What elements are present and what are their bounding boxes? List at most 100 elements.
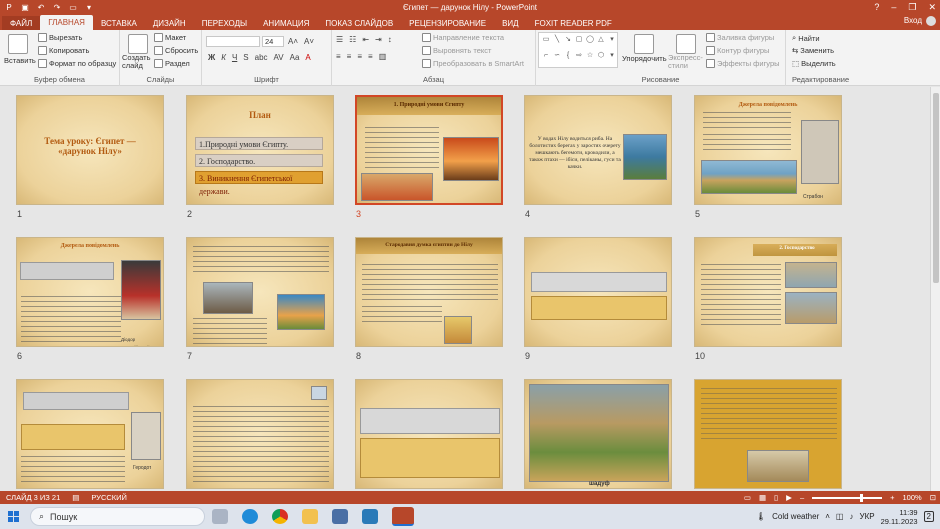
weather-icon[interactable]: 🌡 bbox=[756, 512, 766, 521]
align-center-icon[interactable]: ≡ bbox=[347, 52, 352, 61]
bullets-icon[interactable]: ☰ bbox=[336, 35, 343, 44]
slide-thumbnail-9[interactable] bbox=[524, 237, 672, 347]
shapes-gallery[interactable]: ▭ ╲ ↘ ▢ ◯ △ ▾ ⌐ ∽{⇨ ☆ ⬡ ▾ bbox=[538, 32, 618, 68]
slide-thumbnail-14[interactable]: шадуф bbox=[524, 379, 672, 489]
tray-overflow-icon[interactable]: ˄ bbox=[825, 512, 830, 521]
slide-thumbnail-15[interactable] bbox=[694, 379, 842, 489]
slideshow-view-icon[interactable]: ▶ bbox=[786, 493, 792, 502]
undo-icon[interactable]: ↶ bbox=[36, 2, 46, 12]
rect2-shape-icon[interactable]: ▢ bbox=[574, 35, 584, 50]
save-icon[interactable]: ▣ bbox=[20, 2, 30, 12]
more-shape-icon[interactable]: ▾ bbox=[607, 35, 617, 50]
help-button[interactable]: ? bbox=[874, 2, 879, 12]
shrink-font-icon[interactable]: A˅ bbox=[304, 37, 314, 46]
select-button[interactable]: ⬚ Выделить bbox=[792, 59, 836, 68]
slide-thumbnail-5[interactable]: Джерела повідомлень Страбон bbox=[694, 95, 842, 205]
language-indicator[interactable]: РУССКИЙ bbox=[85, 493, 133, 502]
shape-extra-icon[interactable]: ⬡ bbox=[596, 51, 606, 66]
spacing-icon[interactable]: AV bbox=[274, 53, 284, 62]
close-button[interactable]: ✕ bbox=[928, 2, 936, 13]
italic-icon[interactable]: К bbox=[221, 53, 226, 62]
oval-shape-icon[interactable]: ◯ bbox=[585, 35, 595, 50]
maximize-button[interactable]: ❐ bbox=[908, 2, 916, 13]
shape-effects-button[interactable]: Эффекты фигуры bbox=[706, 59, 780, 68]
font-color-icon[interactable]: A bbox=[305, 53, 310, 62]
cut-button[interactable]: Вырезать bbox=[38, 33, 82, 42]
slide-thumbnail-13[interactable] bbox=[355, 379, 503, 489]
text-direction-button[interactable]: Направление текста bbox=[422, 33, 504, 42]
rectangle-shape-icon[interactable]: ▭ bbox=[541, 35, 551, 50]
new-slide-button[interactable]: Создать слайд bbox=[122, 54, 154, 70]
spellcheck-icon[interactable]: ▤ bbox=[66, 493, 85, 502]
slide-thumbnail-6[interactable]: Джерела повідомлень Діодор Сицилійський bbox=[16, 237, 164, 347]
tab-file[interactable]: ФАЙЛ bbox=[2, 16, 41, 30]
slide-thumbnail-11[interactable]: Геродот bbox=[16, 379, 164, 489]
store-icon[interactable] bbox=[332, 509, 348, 524]
quick-styles-button[interactable]: Экспресс-стили bbox=[668, 54, 703, 70]
align-right-icon[interactable]: ≡ bbox=[357, 52, 362, 61]
triangle-shape-icon[interactable]: △ bbox=[596, 35, 606, 50]
shadow-icon[interactable]: S bbox=[243, 53, 248, 62]
font-size-box[interactable]: 24 bbox=[262, 36, 284, 47]
edge-icon[interactable] bbox=[242, 509, 258, 524]
slide-thumbnail-7[interactable] bbox=[186, 237, 334, 347]
user-avatar-icon[interactable] bbox=[926, 16, 936, 26]
star-shape-icon[interactable]: ☆ bbox=[585, 51, 595, 66]
tab-animations[interactable]: АНИМАЦИЯ bbox=[255, 16, 317, 30]
underline-icon[interactable]: Ч bbox=[232, 53, 237, 62]
reset-button[interactable]: Сбросить bbox=[154, 46, 198, 55]
tab-home[interactable]: ГЛАВНАЯ bbox=[40, 15, 93, 30]
replace-button[interactable]: ⇆ Заменить bbox=[792, 46, 834, 55]
slide-thumbnail-8[interactable]: Стародавня думка єгиптян до Нілу bbox=[355, 237, 503, 347]
start-button[interactable] bbox=[0, 504, 26, 529]
curve-shape-icon[interactable]: ∽ bbox=[552, 51, 562, 66]
zoom-out-button[interactable]: – bbox=[800, 493, 804, 502]
tab-design[interactable]: ДИЗАЙН bbox=[145, 16, 194, 30]
case-icon[interactable]: Aa bbox=[290, 53, 300, 62]
tab-review[interactable]: РЕЦЕНЗИРОВАНИЕ bbox=[401, 16, 494, 30]
tab-view[interactable]: ВИД bbox=[494, 16, 527, 30]
reading-view-icon[interactable]: ▯ bbox=[774, 493, 778, 502]
zoom-level[interactable]: 100% bbox=[903, 493, 922, 502]
section-button[interactable]: Раздел bbox=[154, 59, 190, 68]
format-painter-button[interactable]: Формат по образцу bbox=[38, 59, 116, 68]
slide-thumbnail-10[interactable]: 2. Господарство bbox=[694, 237, 842, 347]
slide-thumbnail-12[interactable] bbox=[186, 379, 334, 489]
vertical-scrollbar[interactable] bbox=[930, 87, 940, 491]
slide-thumbnail-2[interactable]: План 1.Природні умови Єгипту. 2. Господа… bbox=[186, 95, 334, 205]
shape-fill-button[interactable]: Заливка фигуры bbox=[706, 33, 774, 42]
scroll-shape-icon[interactable]: ▾ bbox=[607, 51, 617, 66]
network-icon[interactable]: ◫ bbox=[836, 512, 844, 521]
tab-slideshow[interactable]: ПОКАЗ СЛАЙДОВ bbox=[317, 16, 401, 30]
chrome-icon[interactable] bbox=[272, 509, 288, 524]
task-view-icon[interactable] bbox=[212, 509, 228, 524]
minimize-button[interactable]: – bbox=[891, 2, 896, 12]
customize-qat-icon[interactable]: ▾ bbox=[84, 2, 94, 12]
indent-icon[interactable]: ⇤ bbox=[362, 35, 369, 44]
zoom-slider-thumb[interactable] bbox=[860, 493, 864, 502]
tab-foxit[interactable]: FOXIT READER PDF bbox=[527, 16, 620, 30]
taskbar-search[interactable]: ⌕ Пошук bbox=[30, 507, 205, 526]
bold-icon[interactable]: Ж bbox=[208, 53, 215, 62]
slide-thumbnail-4[interactable]: У водах Нілу водиться риба. На болотисти… bbox=[524, 95, 672, 205]
sign-in-link[interactable]: Вход bbox=[904, 16, 922, 25]
powerpoint-taskbar-icon[interactable] bbox=[392, 507, 414, 526]
fit-to-window-icon[interactable]: ⊡ bbox=[930, 493, 936, 502]
columns-icon[interactable]: ▥ bbox=[379, 52, 387, 61]
align-left-icon[interactable]: ≡ bbox=[336, 52, 341, 61]
elbow-shape-icon[interactable]: ⌐ bbox=[541, 51, 551, 66]
arrow-shape-icon[interactable]: ↘ bbox=[563, 35, 573, 50]
keyboard-language[interactable]: УКР bbox=[859, 512, 874, 521]
brace-shape-icon[interactable]: { bbox=[563, 51, 573, 66]
font-name-box[interactable] bbox=[206, 36, 260, 47]
line-spacing-icon[interactable]: ↕ bbox=[388, 35, 392, 44]
shape-outline-button[interactable]: Контур фигуры bbox=[706, 46, 769, 55]
zoom-in-button[interactable]: + bbox=[890, 493, 894, 502]
mail-icon[interactable] bbox=[362, 509, 378, 524]
notifications-icon[interactable]: 2 bbox=[923, 511, 934, 522]
find-button[interactable]: ⌕ Найти bbox=[792, 33, 820, 43]
normal-view-icon[interactable]: ▭ bbox=[744, 493, 751, 502]
paste-button[interactable]: Вставить bbox=[4, 56, 36, 65]
strikethrough-icon[interactable]: abc bbox=[255, 53, 268, 62]
slide-thumbnail-1[interactable]: Тема уроку: Єгипет — «дарунок Нілу» bbox=[16, 95, 164, 205]
